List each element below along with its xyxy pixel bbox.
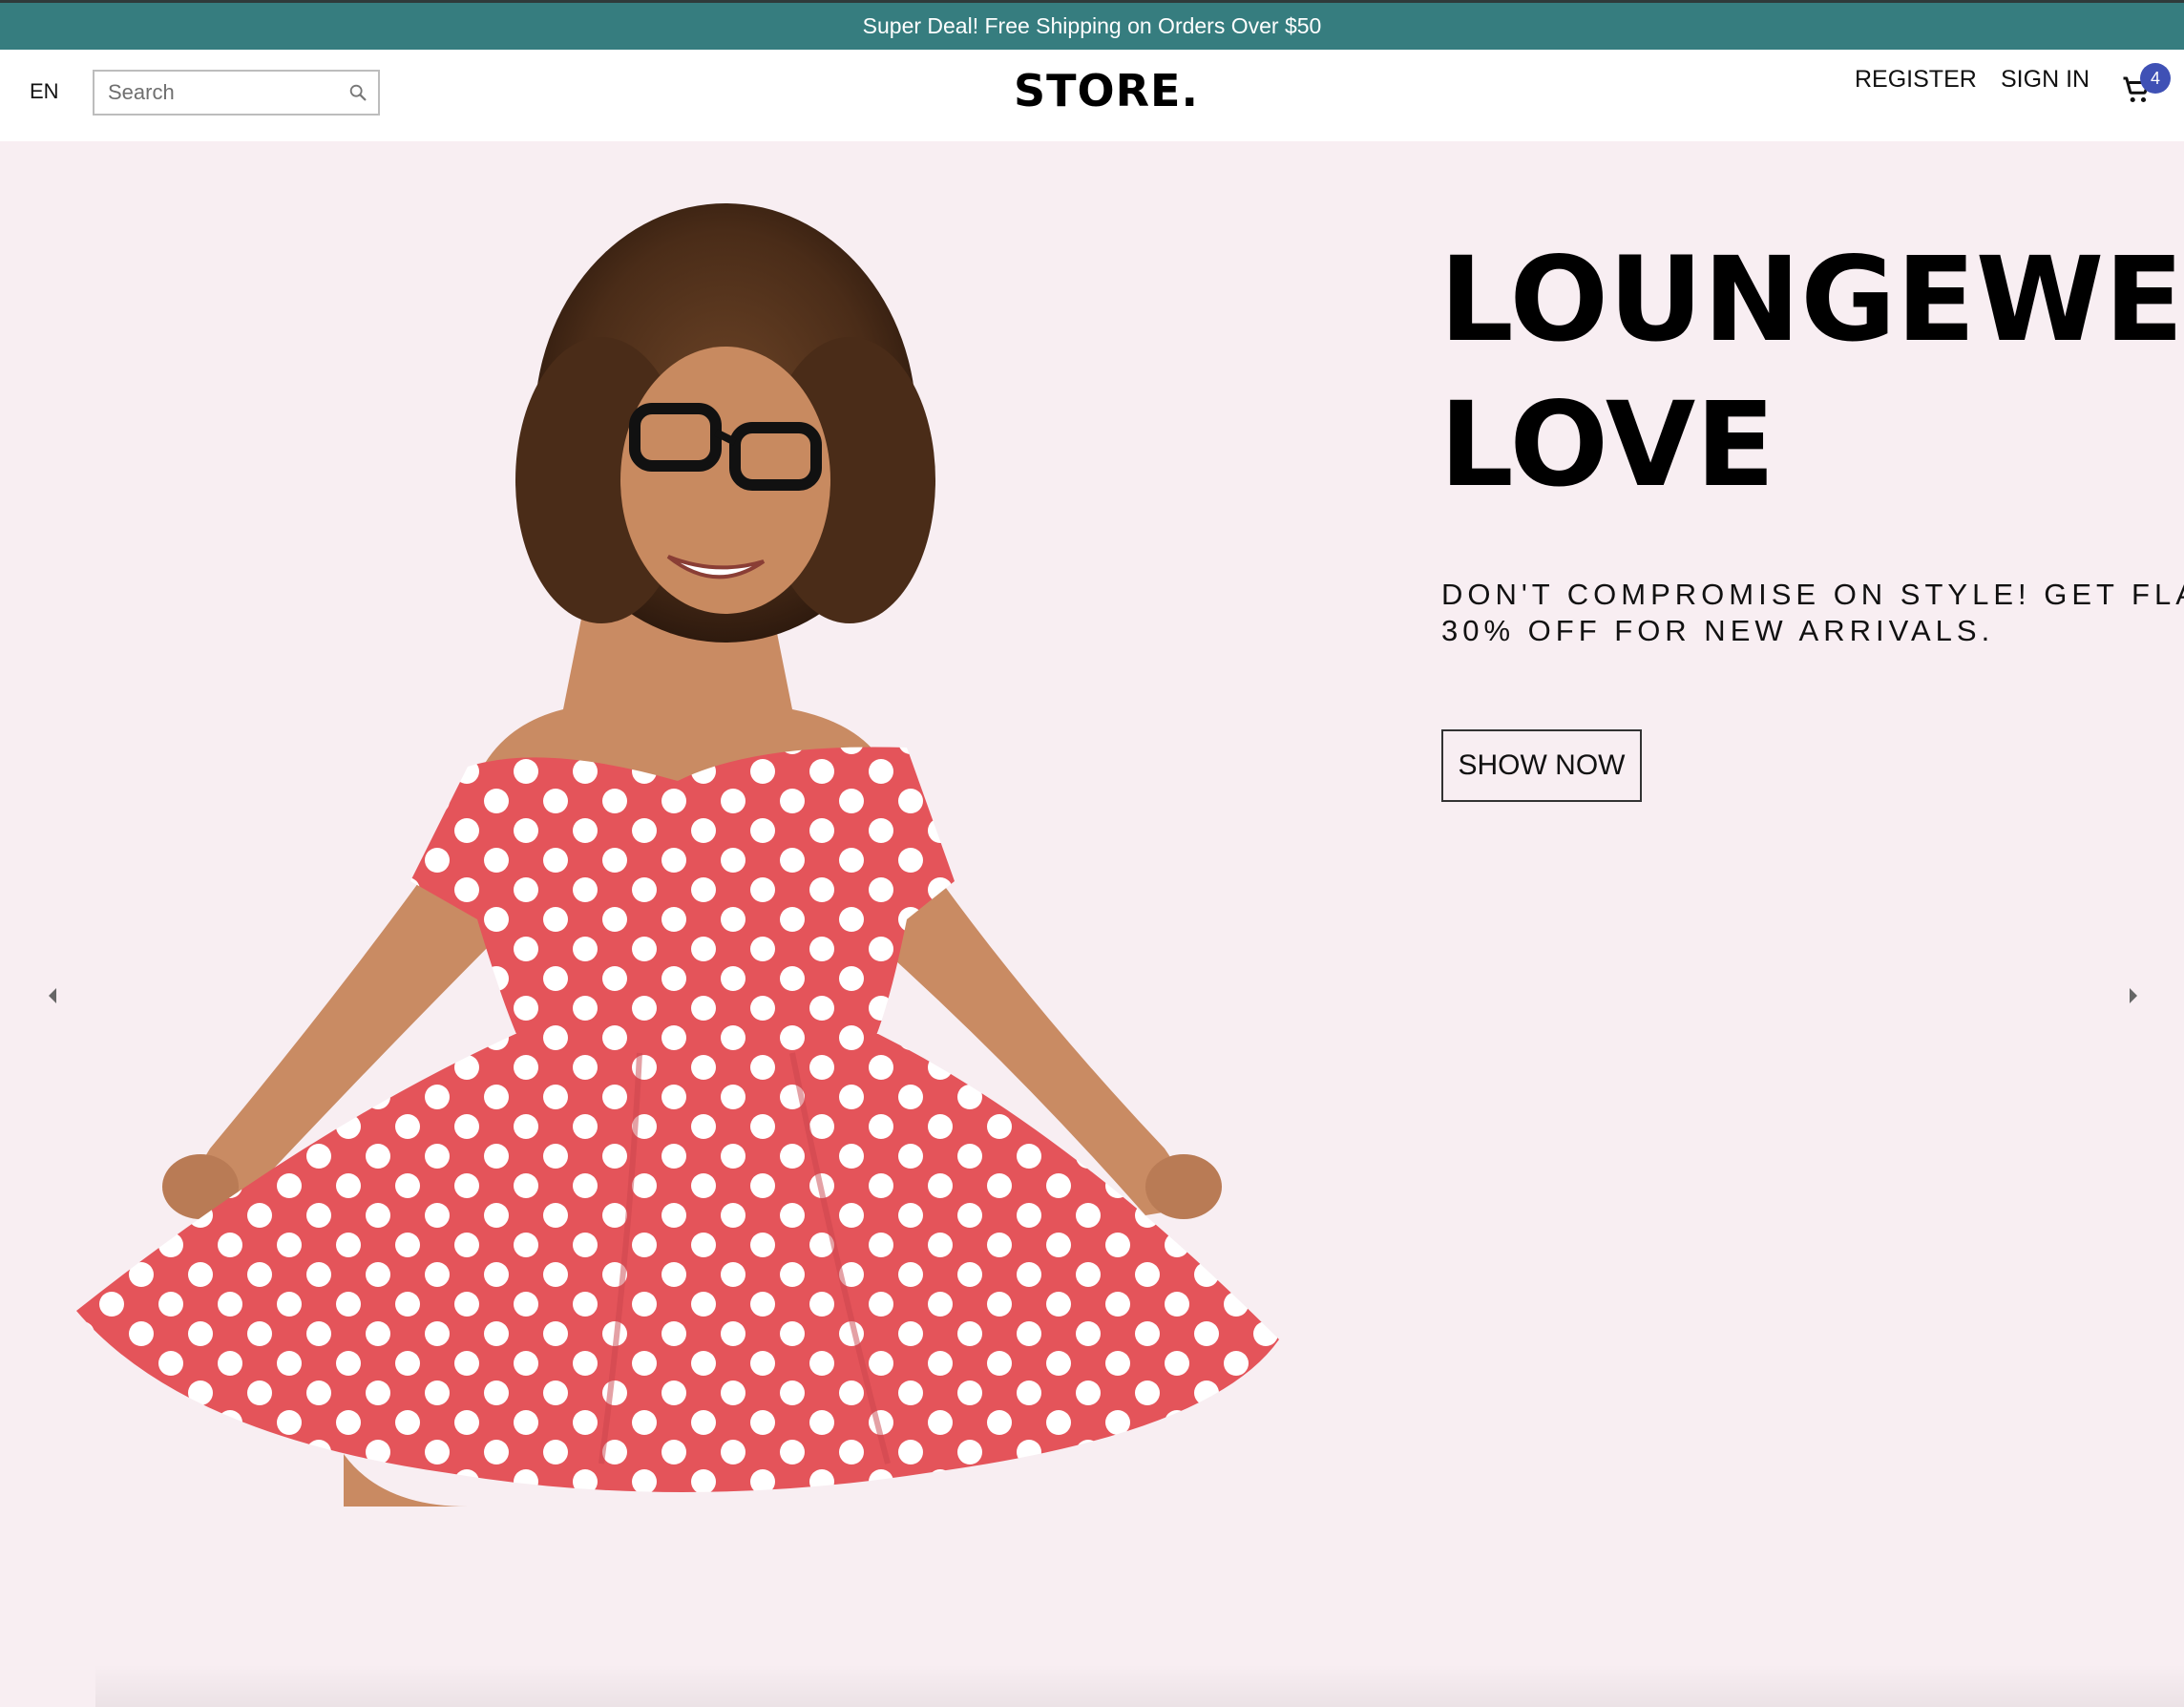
search-box[interactable] bbox=[93, 70, 380, 116]
hero-title: LOUNGEWEAR LOVE bbox=[1439, 227, 2184, 517]
search-icon[interactable] bbox=[347, 82, 368, 103]
announcement-bar: Super Deal! Free Shipping on Orders Over… bbox=[0, 0, 2184, 50]
hero-description-line: DON'T COMPROMISE ON STYLE! GET FLAT bbox=[1441, 578, 2184, 611]
sign-in-link[interactable]: SIGN IN bbox=[2001, 66, 2090, 94]
announcement-text: Super Deal! Free Shipping on Orders Over… bbox=[862, 13, 1322, 38]
store-logo[interactable]: STORE. bbox=[1014, 65, 1199, 116]
search-input[interactable] bbox=[106, 79, 335, 106]
hero-model-image bbox=[76, 203, 1279, 1507]
navbar: EN STORE. REGISTER SIGN IN 4 bbox=[0, 50, 2184, 141]
hero-description: DON'T COMPROMISE ON STYLE! GET FLAT 30% … bbox=[1441, 577, 2184, 649]
hero-title-line: LOVE bbox=[1439, 377, 1775, 513]
cart-button[interactable]: 4 bbox=[2119, 63, 2173, 111]
hero-slider: LOUNGEWEAR LOVE DON'T COMPROMISE ON STYL… bbox=[0, 141, 2184, 1707]
arrow-right-icon bbox=[2130, 988, 2137, 1003]
cart-count-badge: 4 bbox=[2140, 63, 2171, 94]
next-slide-button[interactable] bbox=[2100, 962, 2167, 1029]
arrow-left-icon bbox=[49, 988, 56, 1003]
register-link[interactable]: REGISTER bbox=[1855, 66, 1977, 94]
hero-description-line: 30% OFF FOR NEW ARRIVALS. bbox=[1441, 614, 1995, 647]
hero-title-line: LOUNGEWEAR bbox=[1439, 232, 2184, 368]
previous-slide-button[interactable] bbox=[19, 962, 86, 1029]
next-section-shadow bbox=[95, 1664, 2184, 1707]
language-selector[interactable]: EN bbox=[30, 79, 59, 104]
show-now-button[interactable]: SHOW NOW bbox=[1441, 729, 1642, 802]
